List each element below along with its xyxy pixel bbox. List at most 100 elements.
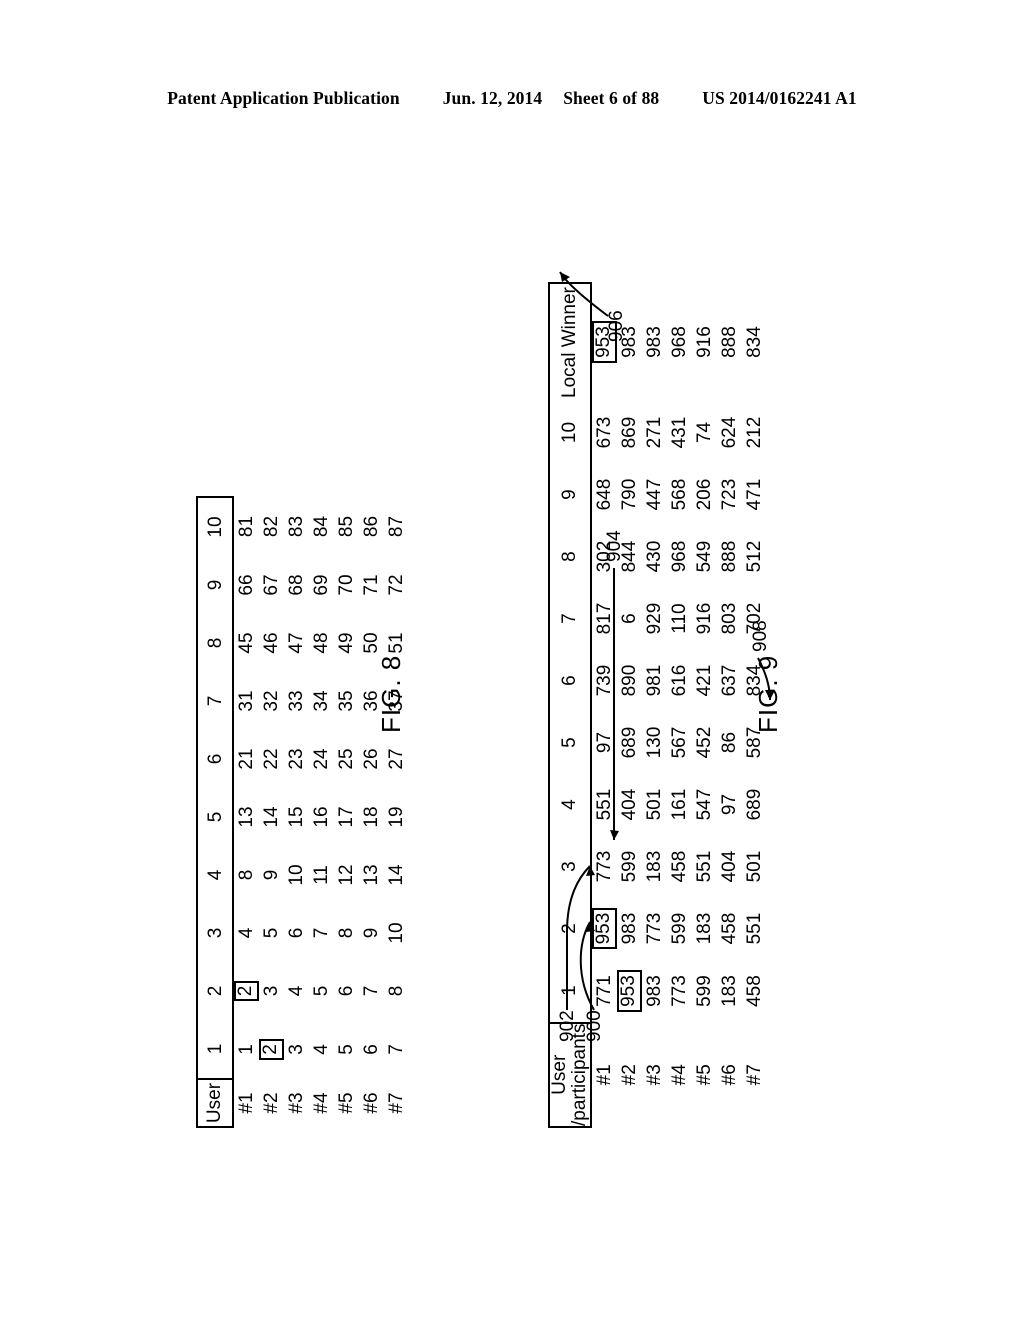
table-cell: 25 <box>336 748 357 770</box>
table-cell: 5 <box>311 985 332 997</box>
row-label: #7 <box>386 1092 407 1114</box>
table-cell: 35 <box>336 690 357 712</box>
document-number: US 2014/0162241 A1 <box>702 88 857 108</box>
table-cell: 34 <box>311 690 332 712</box>
table-cell: 4 <box>236 927 257 939</box>
table-cell: 72 <box>386 574 407 596</box>
table-cell: 9 <box>361 927 382 939</box>
table-cell: 3 <box>286 1044 307 1055</box>
table-cell: 8 <box>236 869 257 881</box>
fig8-table: User 1 2 3 4 5 6 7 8 9 10 #1 1 2 4 8 13 21 31 45… <box>196 496 409 1128</box>
table-cell: 22 <box>261 748 282 770</box>
figure-9: User /participants 1 2 3 4 5 6 7 8 9 10 … <box>548 248 810 1128</box>
table-cell: 67 <box>261 574 282 596</box>
table-cell: 13 <box>236 806 257 828</box>
table-cell: 3 <box>261 985 282 997</box>
publication-date: Jun. 12, 2014 <box>442 88 543 108</box>
fig8-col-header-2: 2 <box>197 962 233 1020</box>
fig8-col-header-7: 7 <box>197 672 233 730</box>
row-label: #3 <box>286 1092 307 1114</box>
fig8-header-row: User 1 2 3 4 5 6 7 8 9 10 <box>197 497 233 1127</box>
table-cell: 15 <box>286 806 307 828</box>
table-cell: 24 <box>311 748 332 770</box>
row-label: #4 <box>311 1092 332 1114</box>
fig9-ref-902: 902 <box>557 1010 578 1042</box>
fig8-col-header-6: 6 <box>197 730 233 788</box>
table-cell: 70 <box>336 574 357 596</box>
table-cell: 86 <box>361 515 382 538</box>
table-cell: 5 <box>336 1044 357 1055</box>
table-cell: 14 <box>261 806 282 828</box>
table-cell: 81 <box>236 515 257 538</box>
fig8-col-header-1: 1 <box>197 1020 233 1079</box>
table-row: #7 7 8 10 14 19 27 37 51 72 87 <box>384 497 409 1127</box>
fig8-col-header-8: 8 <box>197 614 233 672</box>
fig8-col-header-9: 9 <box>197 556 233 614</box>
highlighted-value: 2 <box>259 1039 284 1060</box>
table-cell: 71 <box>361 574 382 596</box>
table-cell: 27 <box>386 748 407 770</box>
table-cell: 19 <box>386 806 407 828</box>
table-cell: 69 <box>311 574 332 596</box>
table-row: #5 5 6 8 12 17 25 35 49 70 85 <box>334 497 359 1127</box>
table-cell: 49 <box>336 632 357 654</box>
table-cell: 2 <box>233 962 259 1020</box>
table-row: #6 6 7 9 13 18 26 36 50 71 86 <box>359 497 384 1127</box>
table-cell: 32 <box>261 690 282 712</box>
fig8-col-header-5: 5 <box>197 788 233 846</box>
fig9-ref-908: 908 <box>750 620 771 652</box>
highlighted-value: 2 <box>234 980 259 1002</box>
table-cell: 45 <box>236 632 257 654</box>
publication-title: Patent Application Publication <box>167 88 400 108</box>
fig8-body: #1 1 2 4 8 13 21 31 45 66 81 #2 2 3 5 9 14 22 32 46 67 82 #3 3 4… <box>233 497 409 1127</box>
table-cell: 7 <box>311 927 332 939</box>
table-cell: 26 <box>361 748 382 770</box>
table-cell: 10 <box>286 864 307 886</box>
table-cell: 87 <box>386 515 407 538</box>
table-cell: 13 <box>361 864 382 886</box>
fig8-col-header-10: 10 <box>197 497 233 556</box>
table-cell: 84 <box>311 515 332 538</box>
table-cell: 6 <box>286 927 307 939</box>
table-cell: 4 <box>286 985 307 997</box>
fig8-col-header-3: 3 <box>197 904 233 962</box>
fig8-corner-header: User <box>197 1079 233 1127</box>
table-cell: 21 <box>236 748 257 770</box>
fig9-ref-904: 906 <box>606 310 627 342</box>
table-cell: 17 <box>336 806 357 828</box>
table-cell: 23 <box>286 748 307 770</box>
row-label: #1 <box>236 1092 257 1114</box>
fig9-ref-900: 900 <box>584 1010 605 1042</box>
table-cell: 7 <box>386 1044 407 1055</box>
table-cell: 85 <box>336 515 357 538</box>
fig9-leader-lines <box>559 271 775 1011</box>
table-cell: 47 <box>286 632 307 654</box>
table-cell: 46 <box>261 632 282 654</box>
table-row: #2 2 3 5 9 14 22 32 46 67 82 <box>259 497 284 1127</box>
table-cell: 10 <box>386 922 407 944</box>
table-cell: 6 <box>361 1044 382 1055</box>
table-cell: 31 <box>236 690 257 712</box>
row-label: #5 <box>336 1092 357 1114</box>
table-cell: 8 <box>386 985 407 997</box>
table-cell: 33 <box>286 690 307 712</box>
table-cell: 83 <box>286 515 307 538</box>
table-cell: 48 <box>311 632 332 654</box>
table-cell: 68 <box>286 574 307 596</box>
fig8-caption: FIG. 8 <box>376 654 406 733</box>
table-cell: 8 <box>336 927 357 939</box>
table-cell: 4 <box>311 1044 332 1055</box>
table-cell: 82 <box>261 515 282 538</box>
table-cell: 11 <box>311 865 332 885</box>
table-cell: 9 <box>261 869 282 881</box>
sheet-number: Sheet 6 of 88 <box>563 88 660 108</box>
page-running-header: Patent Application Publication Jun. 12, … <box>0 88 1024 109</box>
table-cell: 14 <box>386 864 407 886</box>
table-cell: 18 <box>361 806 382 828</box>
table-cell: 16 <box>311 806 332 828</box>
table-cell: 12 <box>336 864 357 886</box>
table-cell: 6 <box>336 985 357 997</box>
table-cell: 66 <box>236 574 257 596</box>
table-cell: 7 <box>361 985 382 997</box>
row-label: #2 <box>261 1092 282 1114</box>
